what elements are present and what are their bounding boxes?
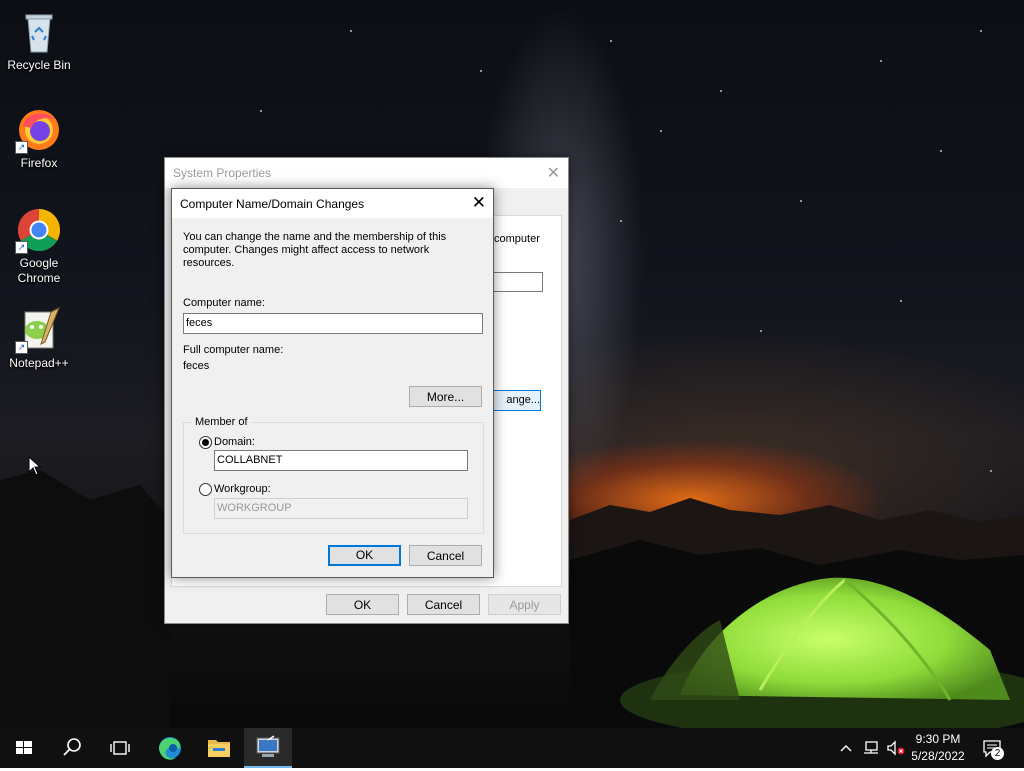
domain-changes-dialog: Computer Name/Domain Changes ✕ You can c… <box>171 188 494 578</box>
more-button[interactable]: More... <box>409 386 482 407</box>
workgroup-label: Workgroup: <box>214 483 271 495</box>
google-chrome-shortcut[interactable]: ↗ Google Chrome <box>4 206 74 286</box>
domain-cancel-button[interactable]: Cancel <box>409 545 482 566</box>
recycle-bin-shortcut[interactable]: Recycle Bin <box>4 8 74 73</box>
computer-name-label: Computer name: <box>183 297 265 309</box>
domain-changes-titlebar[interactable]: Computer Name/Domain Changes ✕ <box>172 189 493 219</box>
notepad-plus-plus-label: Notepad++ <box>9 356 69 370</box>
file-explorer-taskbar-button[interactable] <box>195 728 243 768</box>
domain-radio[interactable] <box>199 436 212 449</box>
full-computer-name-label: Full computer name: <box>183 344 284 356</box>
system-properties-change-button[interactable]: ange... <box>493 390 541 411</box>
firefox-label: Firefox <box>20 156 58 170</box>
system-properties-apply-button[interactable]: Apply <box>488 594 561 615</box>
domain-input[interactable]: COLLABNET <box>214 450 468 471</box>
system-properties-title: System Properties <box>173 166 272 180</box>
notepad-plus-plus-shortcut[interactable]: ↗ Notepad++ <box>4 306 74 371</box>
notification-center-button[interactable]: 2 <box>982 738 1004 760</box>
folder-icon <box>208 740 230 757</box>
domain-label: Domain: <box>214 436 255 448</box>
system-properties-close-icon[interactable]: ✕ <box>547 163 560 183</box>
shortcut-arrow-icon: ↗ <box>15 341 28 354</box>
edge-taskbar-button[interactable] <box>146 728 194 768</box>
windows-logo-icon <box>16 741 32 754</box>
firefox-shortcut[interactable]: ↗ Firefox <box>4 106 74 171</box>
domain-ok-button[interactable]: OK <box>328 545 401 566</box>
computer-icon <box>256 735 280 757</box>
network-icon[interactable] <box>862 739 880 757</box>
member-of-label: Member of <box>192 416 251 428</box>
domain-changes-close-icon[interactable]: ✕ <box>472 193 486 213</box>
firefox-icon: ↗ <box>15 106 63 154</box>
notepad-plus-plus-icon: ↗ <box>15 306 63 354</box>
notification-count-badge: 2 <box>991 747 1004 760</box>
system-properties-partial-field[interactable] <box>493 272 543 292</box>
google-chrome-label: Google Chrome <box>17 256 61 285</box>
shortcut-arrow-icon: ↗ <box>15 141 28 154</box>
full-computer-name-value: feces <box>183 360 210 372</box>
volume-muted-icon[interactable] <box>886 739 906 757</box>
search-button[interactable] <box>48 728 96 768</box>
system-properties-ok-button[interactable]: OK <box>326 594 399 615</box>
computer-name-input[interactable]: feces <box>183 313 483 334</box>
chevron-up-icon[interactable] <box>838 740 854 756</box>
search-icon <box>63 738 81 756</box>
system-properties-partial-text: computer <box>494 233 540 245</box>
chrome-icon: ↗ <box>15 206 63 254</box>
system-properties-cancel-button[interactable]: Cancel <box>407 594 480 615</box>
task-view-button[interactable] <box>96 728 144 768</box>
start-button[interactable] <box>0 728 48 768</box>
taskbar: 9:30 PM 5/28/2022 2 <box>0 728 1024 768</box>
recycle-bin-icon <box>15 8 63 56</box>
domain-changes-description: You can change the name and the membersh… <box>183 231 447 269</box>
shortcut-arrow-icon: ↗ <box>15 241 28 254</box>
task-view-icon <box>110 741 130 755</box>
domain-changes-title: Computer Name/Domain Changes <box>180 197 365 211</box>
workgroup-input: WORKGROUP <box>214 498 468 519</box>
domain-radio-selected-dot <box>202 439 209 446</box>
system-properties-titlebar[interactable]: System Properties ✕ <box>165 158 568 188</box>
clock-time[interactable]: 9:30 PM <box>905 732 971 746</box>
mouse-cursor-icon <box>28 456 42 476</box>
edge-icon <box>159 737 181 760</box>
workgroup-radio[interactable] <box>199 483 212 496</box>
member-of-group: Member of Domain: COLLABNET Workgroup: W… <box>183 416 484 534</box>
clock-date[interactable]: 5/28/2022 <box>905 749 971 763</box>
system-properties-taskbar-button[interactable] <box>244 728 292 768</box>
recycle-bin-label: Recycle Bin <box>7 58 71 72</box>
